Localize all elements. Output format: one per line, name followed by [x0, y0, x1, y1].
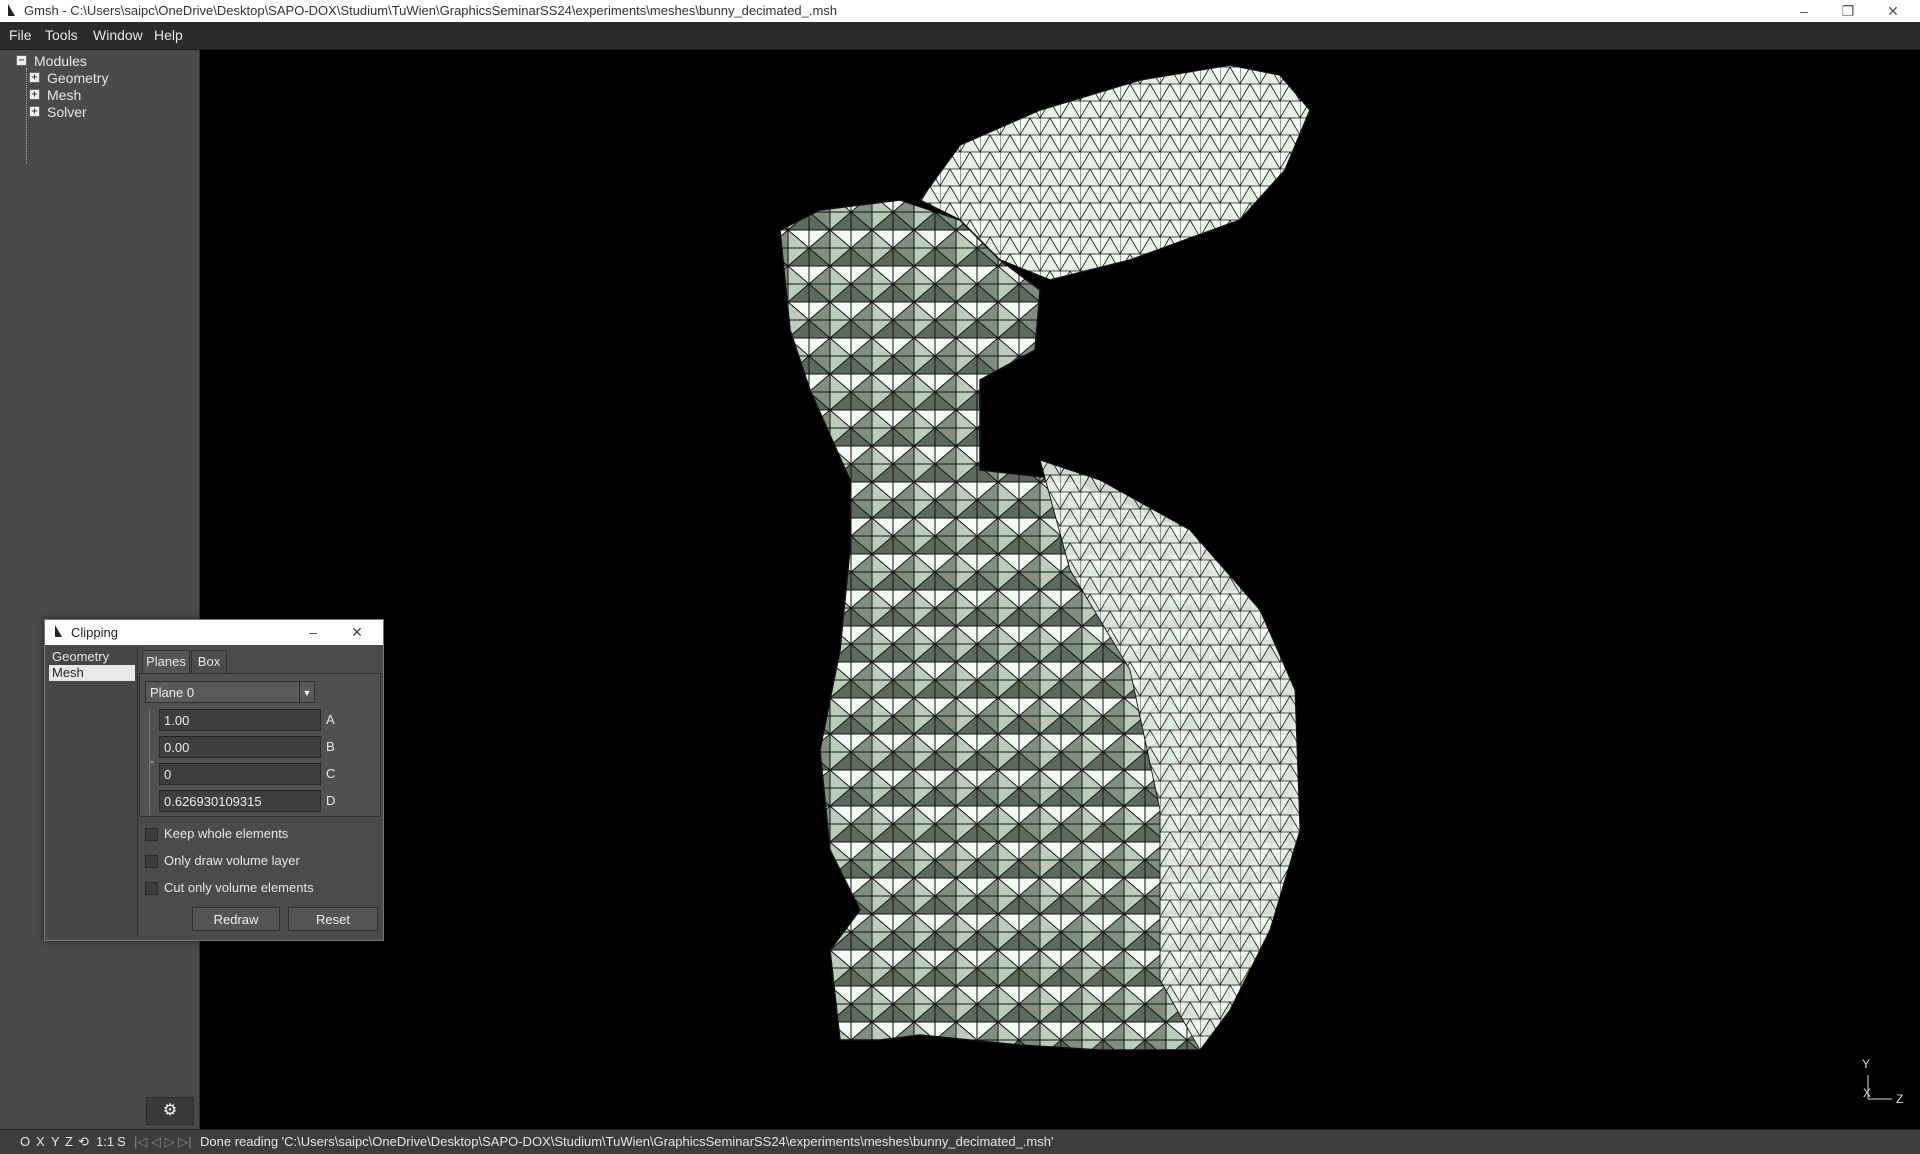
menu-bar: File Tools Window Help [0, 22, 1920, 50]
checkbox-label: Cut only volume elements [164, 880, 314, 895]
redraw-button[interactable]: Redraw [192, 907, 280, 931]
plane-b-label: B [326, 739, 335, 754]
view-z-button[interactable]: Z [65, 1134, 73, 1149]
plane-c-label: C [326, 766, 336, 781]
plane-d-label: D [326, 793, 336, 808]
tree-item-modules[interactable]: Modules [34, 53, 87, 69]
graphics-viewport[interactable]: Y X Z [200, 50, 1920, 1129]
clipping-close-button[interactable]: ✕ [335, 620, 379, 645]
tree-connector [26, 68, 27, 164]
axis-z-label: Z [1896, 1092, 1904, 1106]
gear-icon: ⚙ [162, 1102, 178, 1119]
checkbox-box[interactable] [145, 882, 158, 896]
plane-c-input[interactable]: 0 [159, 763, 321, 785]
reset-button[interactable]: Reset [288, 907, 378, 931]
clipping-target-list: Geometry Mesh [47, 647, 138, 937]
plane-b-input[interactable]: 0.00 [159, 736, 321, 758]
clipping-minimize-button[interactable]: – [291, 620, 335, 645]
close-button[interactable]: ✕ [1870, 0, 1916, 22]
scale-1-1-button[interactable]: 1:1 [96, 1134, 114, 1149]
plane-d-input[interactable]: 0.626930109315 [159, 790, 321, 812]
menu-file[interactable]: File [9, 27, 32, 43]
view-y-button[interactable]: Y [51, 1134, 60, 1149]
expand-icon[interactable]: + [29, 106, 40, 117]
step-nav-buttons[interactable]: |◁ ◁ ▷ ▷| [134, 1134, 192, 1150]
clipping-title: Clipping [71, 625, 118, 640]
gmsh-logo-icon [6, 3, 16, 20]
only-draw-volume-layer-checkbox[interactable]: Only draw volume layer [145, 853, 300, 871]
rotate-icon[interactable]: ⟲ [78, 1134, 89, 1150]
expand-icon[interactable]: + [29, 89, 40, 100]
s-button[interactable]: S [117, 1134, 126, 1149]
axis-x-label: X [1863, 1086, 1872, 1100]
redraw-label: Redraw [213, 912, 259, 927]
menu-tools[interactable]: Tools [45, 27, 78, 43]
view-o-button[interactable]: O [20, 1134, 30, 1149]
bunny-mesh [779, 64, 1311, 1051]
minimize-button[interactable]: – [1781, 0, 1827, 22]
cut-only-volume-elements-checkbox[interactable]: Cut only volume elements [145, 880, 314, 898]
tab-planes[interactable]: Planes [142, 650, 190, 673]
clipping-dialog: Clipping – ✕ Geometry Mesh Planes Box Pl… [44, 619, 384, 941]
checkbox-box[interactable] [145, 855, 158, 869]
list-item-mesh[interactable]: Mesh [49, 665, 135, 681]
tree-item-mesh[interactable]: Mesh [47, 87, 81, 103]
clipping-title-bar: Clipping – ✕ [45, 620, 383, 645]
plane-a-input[interactable]: 1.00 [159, 709, 321, 731]
tree-item-solver[interactable]: Solver [47, 104, 87, 120]
checkbox-box[interactable] [145, 828, 158, 842]
menu-help[interactable]: Help [154, 27, 183, 43]
axis-y-label: Y [1862, 1057, 1871, 1071]
checkbox-label: Only draw volume layer [164, 853, 300, 868]
tab-box[interactable]: Box [191, 650, 227, 674]
plane-select[interactable]: Plane 0 [145, 681, 315, 703]
keep-whole-elements-checkbox[interactable]: Keep whole elements [145, 826, 288, 844]
gmsh-logo-icon [53, 624, 63, 641]
status-message: Done reading 'C:\Users\saipc\OneDrive\De… [200, 1134, 1054, 1149]
module-tree: − Modules + Geometry + Mesh + Solver [0, 50, 200, 1129]
tree-item-geometry[interactable]: Geometry [47, 70, 108, 86]
axes-indicator: Y X Z [1848, 1055, 1908, 1115]
window-title: Gmsh - C:\Users\saipc\OneDrive\Desktop\S… [24, 3, 838, 18]
menu-window[interactable]: Window [93, 27, 143, 43]
restore-button[interactable]: ❐ [1825, 0, 1871, 22]
checkbox-label: Keep whole elements [164, 826, 289, 841]
options-gear-button[interactable]: ⚙ [146, 1097, 194, 1125]
collapse-icon[interactable]: − [16, 55, 27, 66]
list-item-geometry[interactable]: Geometry [49, 649, 135, 665]
bracket-label: - [150, 754, 154, 768]
window-title-bar: Gmsh - C:\Users\saipc\OneDrive\Desktop\S… [0, 0, 1920, 22]
status-bar: O X Y Z ⟲ 1:1 S |◁ ◁ ▷ ▷| Done reading '… [0, 1129, 1920, 1154]
chevron-down-icon[interactable]: ▼ [299, 681, 315, 703]
view-x-button[interactable]: X [36, 1134, 45, 1149]
expand-icon[interactable]: + [29, 72, 40, 83]
plane-a-label: A [326, 712, 335, 727]
